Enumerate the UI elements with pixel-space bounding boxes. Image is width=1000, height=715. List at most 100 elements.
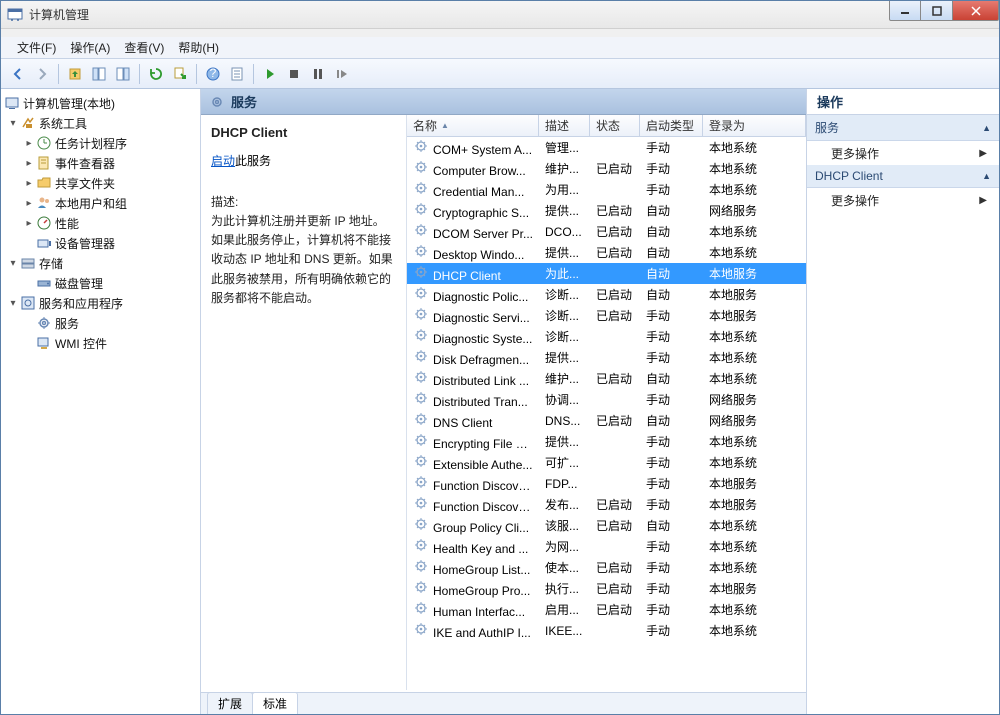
minimize-button[interactable] xyxy=(889,1,921,21)
service-row[interactable]: Function Discove...FDP...手动本地服务 xyxy=(407,473,806,494)
service-desc: DNS... xyxy=(539,414,590,428)
service-row[interactable]: Diagnostic Syste...诊断...手动本地系统 xyxy=(407,326,806,347)
service-row[interactable]: Distributed Link ...维护...已启动自动本地系统 xyxy=(407,368,806,389)
tree-system-tools[interactable]: ▾系统工具 xyxy=(1,113,200,133)
service-status: 已启动 xyxy=(590,223,640,240)
stop-service-button[interactable] xyxy=(283,63,305,85)
pause-service-button[interactable] xyxy=(307,63,329,85)
service-logon: 网络服务 xyxy=(703,202,806,219)
actions-group-selected[interactable]: DHCP Client▲ xyxy=(807,165,999,188)
tree-event-viewer[interactable]: ▸事件查看器 xyxy=(1,153,200,173)
export-list-button[interactable] xyxy=(169,63,191,85)
column-header-startup[interactable]: 启动类型 xyxy=(640,115,703,136)
help-button[interactable]: ? xyxy=(202,63,224,85)
service-startup: 手动 xyxy=(640,496,703,513)
menu-file[interactable]: 文件(F) xyxy=(11,37,62,58)
gear-icon xyxy=(413,558,429,574)
service-row[interactable]: HomeGroup Pro...执行...已启动手动本地服务 xyxy=(407,578,806,599)
column-header-desc[interactable]: 描述 xyxy=(539,115,590,136)
service-desc: 提供... xyxy=(539,433,590,450)
service-name: Desktop Windo... xyxy=(433,248,524,262)
service-name: Disk Defragmen... xyxy=(433,353,529,367)
service-row[interactable]: DNS ClientDNS...已启动自动网络服务 xyxy=(407,410,806,431)
service-name: DCOM Server Pr... xyxy=(433,227,533,241)
service-row[interactable]: COM+ System A...管理...手动本地系统 xyxy=(407,137,806,158)
tree-disk-management[interactable]: 磁盘管理 xyxy=(1,273,200,293)
tree-services[interactable]: 服务 xyxy=(1,313,200,333)
service-logon: 本地系统 xyxy=(703,517,806,534)
service-row[interactable]: Credential Man...为用...手动本地系统 xyxy=(407,179,806,200)
forward-button[interactable] xyxy=(31,63,53,85)
service-row[interactable]: Computer Brow...维护...已启动手动本地系统 xyxy=(407,158,806,179)
tree-local-users[interactable]: ▸本地用户和组 xyxy=(1,193,200,213)
tree-task-scheduler[interactable]: ▸任务计划程序 xyxy=(1,133,200,153)
service-row[interactable]: Cryptographic S...提供...已启动自动网络服务 xyxy=(407,200,806,221)
service-row[interactable]: Diagnostic Polic...诊断...已启动自动本地服务 xyxy=(407,284,806,305)
service-startup: 手动 xyxy=(640,181,703,198)
menu-action[interactable]: 操作(A) xyxy=(64,37,116,58)
column-header-status[interactable]: 状态 xyxy=(590,115,640,136)
tree-wmi[interactable]: WMI 控件 xyxy=(1,333,200,353)
service-row[interactable]: IKE and AuthIP I...IKEE...手动本地系统 xyxy=(407,620,806,641)
service-row[interactable]: DHCP Client为此...自动本地服务 xyxy=(407,263,806,284)
refresh-button[interactable] xyxy=(145,63,167,85)
gear-icon xyxy=(413,222,429,238)
maximize-button[interactable] xyxy=(921,1,953,21)
gear-icon xyxy=(413,579,429,595)
actions-more-selected[interactable]: 更多操作▶ xyxy=(807,188,999,212)
service-row[interactable]: Desktop Windo...提供...已启动自动本地系统 xyxy=(407,242,806,263)
service-desc: FDP... xyxy=(539,477,590,491)
tree-shared-folders[interactable]: ▸共享文件夹 xyxy=(1,173,200,193)
tree-root[interactable]: 计算机管理(本地) xyxy=(1,93,200,113)
service-startup: 自动 xyxy=(640,223,703,240)
service-row[interactable]: Encrypting File S...提供...手动本地系统 xyxy=(407,431,806,452)
service-row[interactable]: Function Discove...发布...已启动手动本地服务 xyxy=(407,494,806,515)
actions-more-services[interactable]: 更多操作▶ xyxy=(807,141,999,165)
content-pane: 服务 DHCP Client 启动此服务 描述: 为此计算机注册并更新 IP 地… xyxy=(201,89,807,714)
svg-text:?: ? xyxy=(210,66,217,80)
service-row[interactable]: DCOM Server Pr...DCO...已启动自动本地系统 xyxy=(407,221,806,242)
up-button[interactable] xyxy=(64,63,86,85)
tree-performance[interactable]: ▸性能 xyxy=(1,213,200,233)
service-startup: 手动 xyxy=(640,454,703,471)
show-hide-actions-button[interactable] xyxy=(112,63,134,85)
restart-service-button[interactable] xyxy=(331,63,353,85)
gear-icon xyxy=(413,180,429,196)
service-desc: 使本... xyxy=(539,559,590,576)
tab-standard[interactable]: 标准 xyxy=(252,692,298,714)
service-name: Diagnostic Polic... xyxy=(433,290,528,304)
properties-button[interactable] xyxy=(226,63,248,85)
back-button[interactable] xyxy=(7,63,29,85)
service-row[interactable]: Extensible Authe...可扩...手动本地系统 xyxy=(407,452,806,473)
column-header-name[interactable]: 名称▲ xyxy=(407,115,539,136)
service-row[interactable]: Human Interfac...启用...已启动手动本地系统 xyxy=(407,599,806,620)
service-desc: 该服... xyxy=(539,517,590,534)
tree-device-manager[interactable]: 设备管理器 xyxy=(1,233,200,253)
service-row[interactable]: Diagnostic Servi...诊断...已启动手动本地服务 xyxy=(407,305,806,326)
service-startup: 手动 xyxy=(640,601,703,618)
start-service-link-row: 启动此服务 xyxy=(211,152,396,169)
start-service-link[interactable]: 启动 xyxy=(211,154,235,168)
menu-view[interactable]: 查看(V) xyxy=(118,37,170,58)
service-row[interactable]: HomeGroup List...使本...已启动手动本地系统 xyxy=(407,557,806,578)
column-header-logon[interactable]: 登录为 xyxy=(703,115,806,136)
service-row[interactable]: Health Key and ...为网...手动本地系统 xyxy=(407,536,806,557)
service-row[interactable]: Group Policy Cli...该服...已启动自动本地系统 xyxy=(407,515,806,536)
tree-services-apps[interactable]: ▾服务和应用程序 xyxy=(1,293,200,313)
list-body[interactable]: COM+ System A...管理...手动本地系统Computer Brow… xyxy=(407,137,806,690)
gear-icon xyxy=(413,138,429,154)
gear-icon xyxy=(413,327,429,343)
close-button[interactable] xyxy=(953,1,999,21)
service-row[interactable]: Disk Defragmen...提供...手动本地系统 xyxy=(407,347,806,368)
show-hide-tree-button[interactable] xyxy=(88,63,110,85)
tab-extended[interactable]: 扩展 xyxy=(207,692,253,714)
service-status: 已启动 xyxy=(590,601,640,618)
start-service-button[interactable] xyxy=(259,63,281,85)
service-desc: IKEE... xyxy=(539,624,590,638)
menu-help[interactable]: 帮助(H) xyxy=(172,37,225,58)
service-row[interactable]: Distributed Tran...协调...手动网络服务 xyxy=(407,389,806,410)
actions-group-services[interactable]: 服务▲ xyxy=(807,115,999,141)
service-name: Distributed Link ... xyxy=(433,374,529,388)
tree-storage[interactable]: ▾存储 xyxy=(1,253,200,273)
service-status: 已启动 xyxy=(590,307,640,324)
